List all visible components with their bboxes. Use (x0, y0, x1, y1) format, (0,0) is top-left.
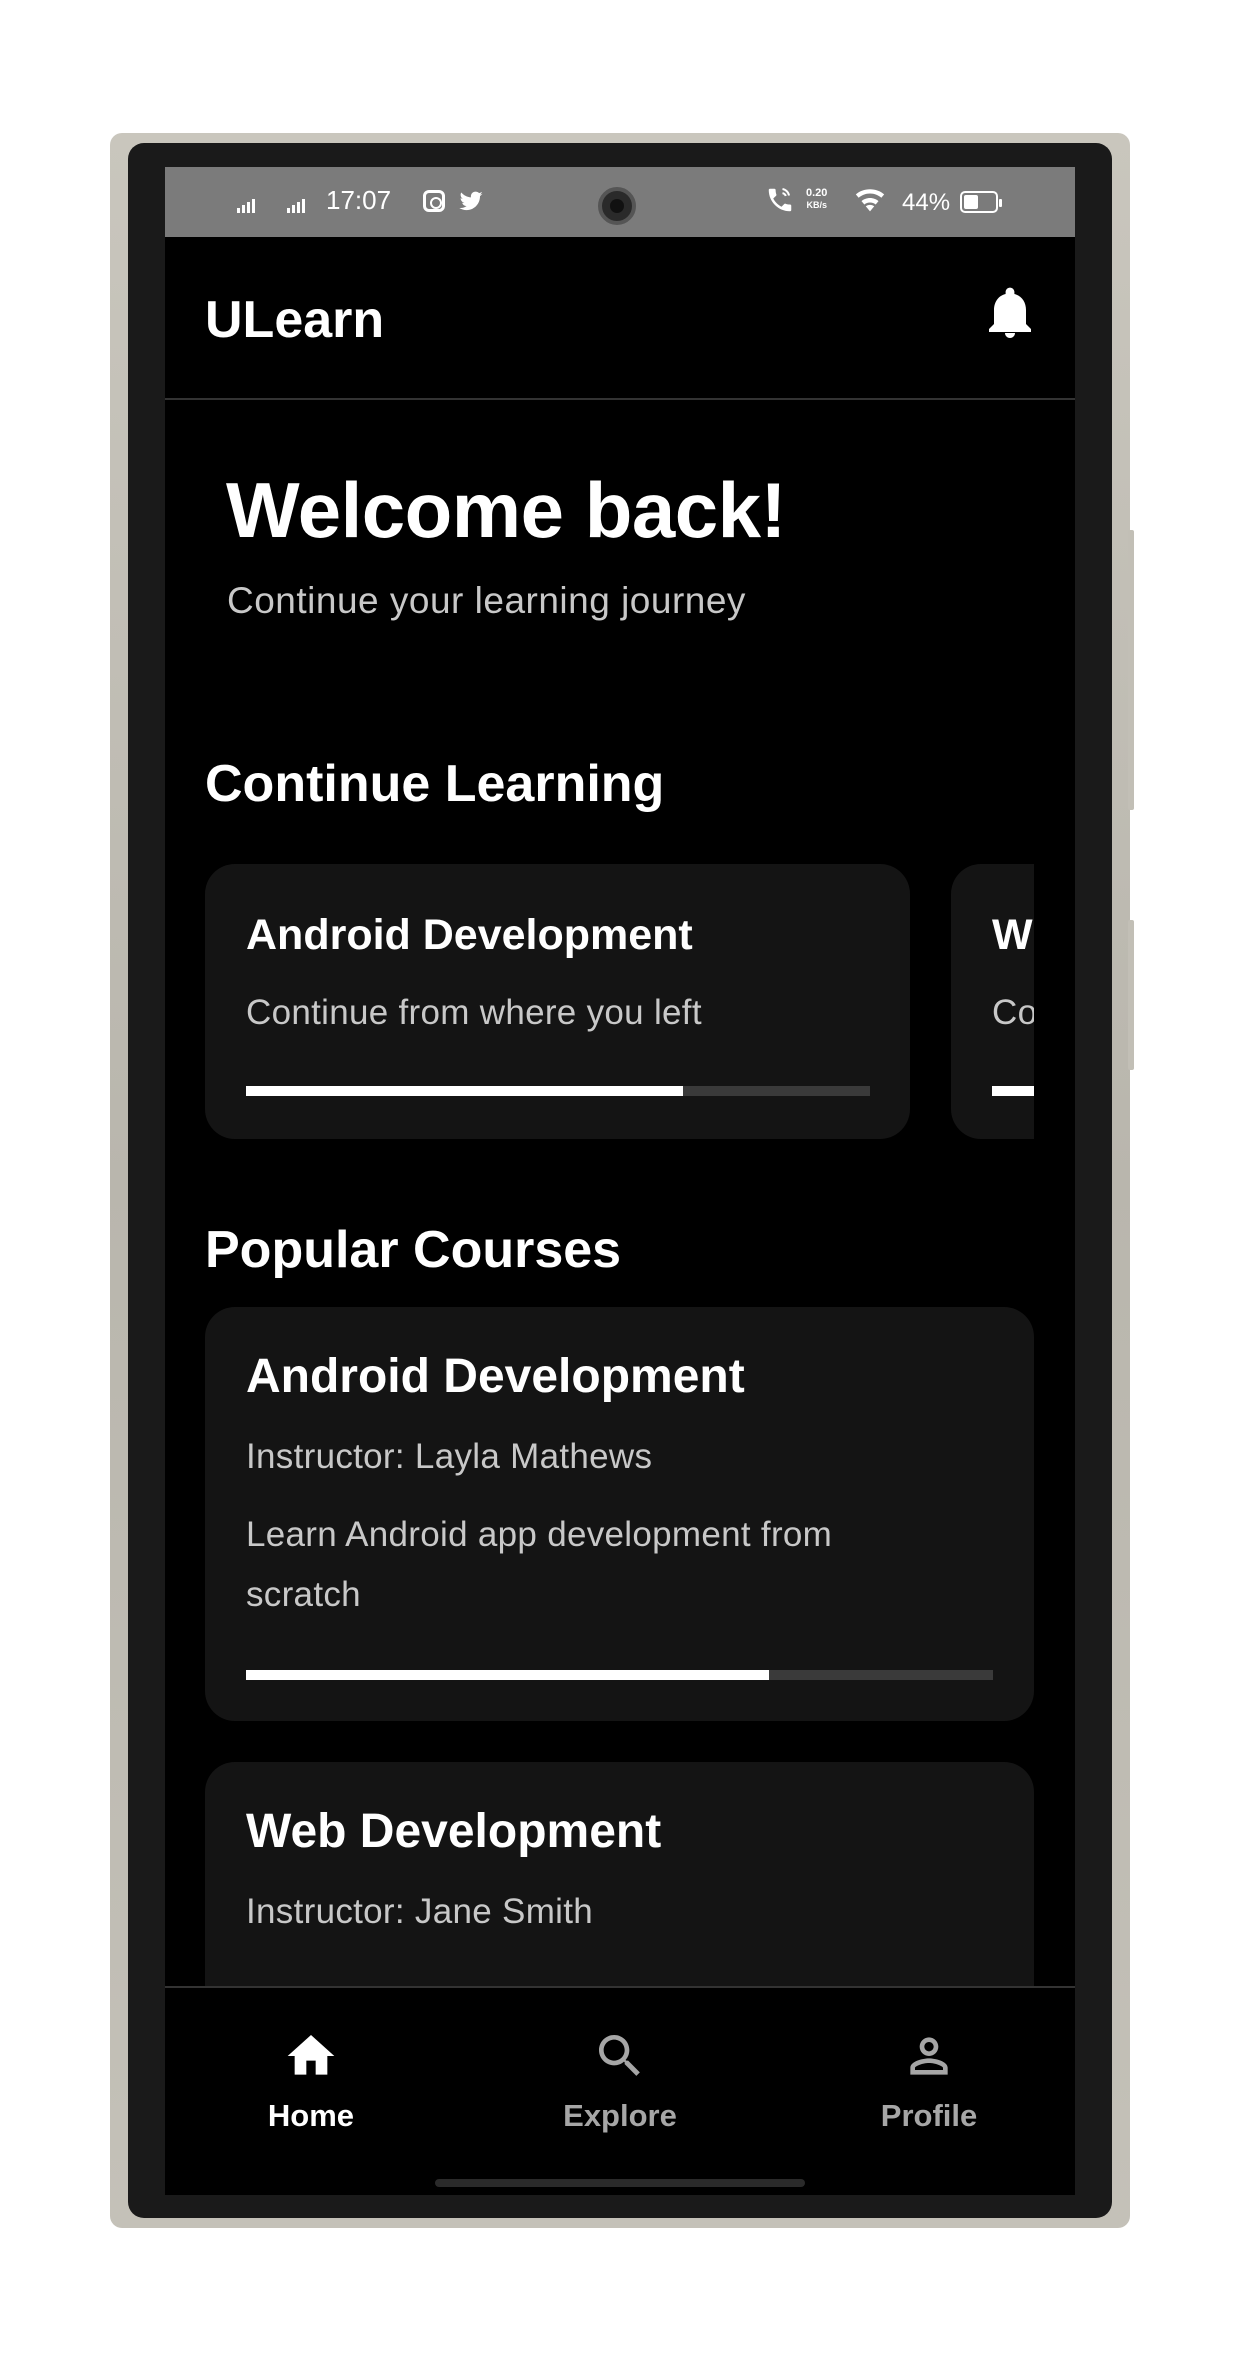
course-instructor: Instructor: Layla Mathews (246, 1437, 653, 1476)
home-icon (287, 2035, 335, 2075)
notifications-button[interactable] (975, 277, 1045, 347)
card-subtitle: Continue from where you left (246, 993, 702, 1032)
nav-explore[interactable]: Explore (520, 2028, 720, 2134)
app-title: ULearn (205, 291, 385, 349)
welcome-subtitle: Continue your learning journey (227, 580, 746, 621)
status-time: 17:07 (326, 185, 392, 215)
progress-fill (246, 1086, 683, 1096)
nav-label: Profile (880, 2098, 978, 2133)
continue-learning-title: Continue Learning (205, 755, 665, 813)
search-icon (599, 2035, 640, 2076)
nav-label: Home (267, 2098, 355, 2133)
phone-screen: 17:07 0.20 KB/s 44% ULearn Welcome back!… (165, 167, 1075, 2195)
course-title: Web Development (246, 1805, 662, 1858)
power-button (1128, 920, 1134, 1070)
card-subtitle: Co (992, 993, 1034, 1032)
status-bar: 17:07 0.20 KB/s 44% (165, 167, 1075, 237)
progress-bar (246, 1670, 993, 1680)
front-camera (598, 187, 636, 225)
signal-icon (287, 199, 305, 213)
continue-learning-carousel[interactable]: Android Development Continue from where … (205, 864, 1034, 1139)
home-indicator[interactable] (435, 2179, 805, 2187)
instagram-icon (423, 190, 445, 212)
progress-fill (992, 1086, 1034, 1096)
wifi-calling-icon (768, 188, 792, 212)
volume-button (1128, 530, 1134, 810)
course-card[interactable]: Android Development Instructor: Layla Ma… (205, 1307, 1034, 1721)
course-title: Android Development (246, 1350, 745, 1403)
battery-percent: 44% (902, 189, 951, 216)
popular-courses-title: Popular Courses (205, 1221, 622, 1279)
battery-icon (960, 191, 1002, 213)
app-bar: ULearn (165, 237, 1075, 400)
continue-card[interactable]: W Co (951, 864, 1034, 1139)
data-speed: 0.20 KB/s (806, 187, 828, 210)
progress-bar (246, 1086, 870, 1096)
continue-card[interactable]: Android Development Continue from where … (205, 864, 910, 1139)
welcome-heading: Welcome back! (226, 466, 786, 554)
bottom-navigation: Home Explore Profile (165, 1986, 1075, 2195)
nav-label: Explore (563, 2098, 677, 2133)
card-title: Android Development (246, 911, 693, 959)
bell-icon (989, 287, 1031, 338)
progress-bar (992, 1086, 1034, 1096)
person-icon (910, 2037, 948, 2075)
wifi-icon (855, 189, 885, 212)
nav-profile[interactable]: Profile (829, 2028, 1029, 2134)
nav-home[interactable]: Home (211, 2028, 411, 2134)
card-title: W (992, 911, 1033, 959)
course-description: Learn Android app development from scrat… (246, 1515, 833, 1614)
twitter-icon (459, 191, 483, 211)
progress-fill (246, 1670, 769, 1680)
signal-icon (237, 199, 255, 213)
course-instructor: Instructor: Jane Smith (246, 1892, 594, 1931)
